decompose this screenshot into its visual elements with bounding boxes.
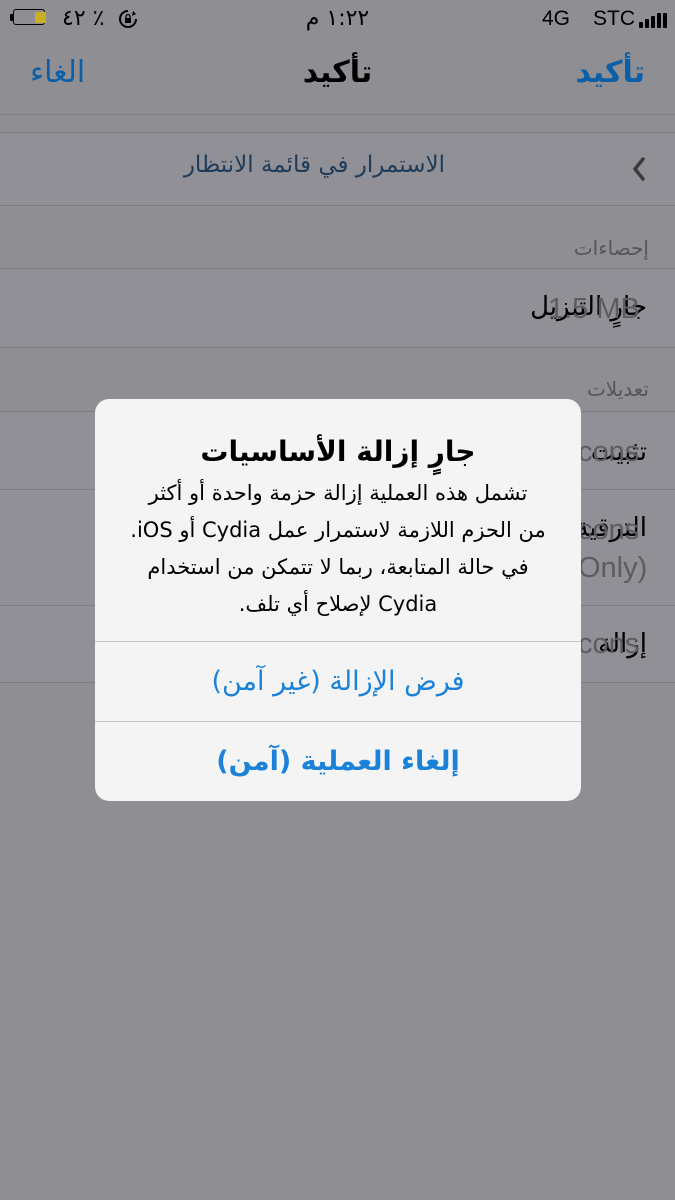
- alert-dialog: جارٍ إزالة الأساسيات تشمل هذه العملية إز…: [95, 399, 581, 801]
- divider: [0, 205, 675, 206]
- remove-value: cons: [578, 628, 640, 660]
- alert-message: تشمل هذه العملية إزالة حزمة واحدة أو أكث…: [121, 475, 555, 623]
- page-title: تأكيد: [302, 55, 373, 90]
- battery-icon: [10, 9, 48, 27]
- nav-divider: [0, 114, 675, 115]
- battery-percentage: ٪ ٤٢: [62, 6, 105, 31]
- download-size: 1.5 MB: [548, 293, 640, 325]
- upgrade-value-line2: Only): [578, 552, 648, 584]
- divider: [0, 347, 675, 348]
- stats-section-header: إحصاءات: [573, 236, 649, 260]
- force-remove-button[interactable]: فرض الإزالة (غير آمن): [95, 642, 581, 722]
- continue-queue-row[interactable]: الاستمرار في قائمة الانتظار: [0, 133, 675, 205]
- rotation-lock-icon: [118, 9, 138, 29]
- continue-queue-label: الاستمرار في قائمة الانتظار: [183, 152, 445, 178]
- cancel-nav-button[interactable]: الغاء: [30, 52, 85, 94]
- changes-section-header: تعديلات: [586, 377, 649, 401]
- install-value: cons: [578, 436, 640, 468]
- alert-message-line: Cydia لإصلاح أي تلف.: [238, 592, 438, 616]
- alert-message-line: في حالة المتابعة، ربما لا تتمكن من استخد…: [147, 555, 529, 579]
- alert-title: جارٍ إزالة الأساسيات: [200, 435, 476, 468]
- status-bar: STC 4G ١:٢٢ م ٪ ٤٢: [0, 0, 675, 40]
- alert-message-line: من الحزم اللازمة لاستمرار عمل Cydia أو i…: [130, 518, 546, 542]
- upgrade-value: cons: [578, 514, 640, 546]
- alert-message-line: تشمل هذه العملية إزالة حزمة واحدة أو أكث…: [148, 481, 528, 505]
- navigation-bar: تأكيد تأكيد الغاء: [0, 40, 675, 114]
- chevron-left-icon: [630, 155, 648, 183]
- cancel-operation-button[interactable]: إلغاء العملية (آمن): [95, 722, 581, 801]
- download-row: جارٍ التنزيل 1.5 MB: [0, 269, 675, 347]
